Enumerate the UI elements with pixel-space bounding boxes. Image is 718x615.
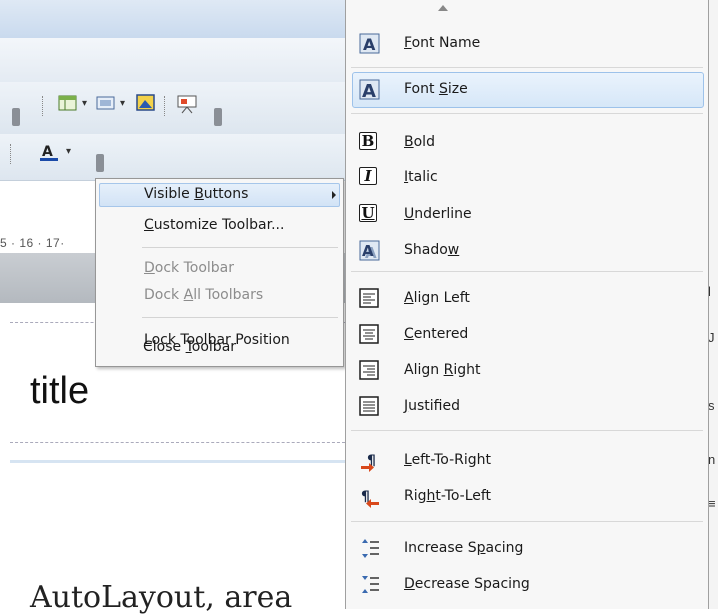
- slide-body-text[interactable]: AutoLayout, area: [30, 580, 292, 615]
- menu-item-align-right[interactable]: Align Right: [346, 354, 708, 388]
- right-to-left-icon: ¶: [359, 486, 379, 508]
- font-color-icon[interactable]: A: [38, 142, 58, 161]
- scroll-up-icon[interactable]: [438, 5, 448, 11]
- menu-item-dock-toolbar: Dock Toolbar: [144, 260, 235, 276]
- font-size-icon: A: [359, 79, 380, 102]
- svg-text:A: A: [362, 242, 374, 260]
- menu-item-visible-buttons[interactable]: Visible Buttons: [144, 186, 248, 202]
- justify-icon: [359, 396, 379, 416]
- svg-text:A: A: [362, 81, 376, 101]
- slide-title-text[interactable]: title: [30, 370, 89, 413]
- menu-item-right-to-left[interactable]: ¶ Right-To-Left: [346, 480, 708, 514]
- menu-separator: [351, 521, 703, 522]
- italic-icon: I: [359, 167, 379, 187]
- insert-table-icon[interactable]: [58, 94, 78, 112]
- cut-off-text: n: [708, 452, 716, 467]
- font-color-dropdown-icon[interactable]: ▾: [66, 146, 71, 157]
- toolbar-separator: [164, 96, 167, 116]
- menu-item-centered[interactable]: Centered: [346, 318, 708, 352]
- visible-buttons-menu: A Font Name A Font Size B Bold I Italic …: [345, 0, 709, 609]
- menu-separator: [351, 271, 703, 272]
- underline-icon: U: [359, 204, 379, 224]
- left-to-right-icon: ¶: [359, 450, 379, 472]
- menu-separator: [351, 67, 703, 68]
- menu-item-underline[interactable]: U Underline: [346, 198, 708, 232]
- svg-text:A: A: [363, 35, 376, 54]
- toolbar-grip[interactable]: [214, 108, 222, 126]
- increase-spacing-icon: [359, 538, 379, 558]
- submenu-arrow-icon: [332, 191, 336, 199]
- toolbar-separator: [10, 144, 13, 164]
- menu-separator: [351, 113, 703, 114]
- font-name-icon: A: [359, 33, 380, 54]
- menu-separator: [142, 317, 338, 318]
- menu-item-font-name[interactable]: A Font Name: [346, 27, 708, 61]
- menu-item-italic[interactable]: I Italic: [346, 161, 708, 195]
- svg-text:A: A: [42, 144, 53, 160]
- insert-object-dropdown-icon[interactable]: ▾: [120, 98, 125, 109]
- menu-item-customize-toolbar[interactable]: Customize Toolbar...: [144, 217, 284, 233]
- right-panel-edge: [708, 0, 718, 609]
- align-center-icon: [359, 324, 379, 344]
- insert-image-icon[interactable]: [136, 94, 156, 112]
- insert-table-dropdown-icon[interactable]: ▾: [82, 98, 87, 109]
- title-divider: [10, 460, 345, 463]
- menu-item-shadow[interactable]: AA Shadow: [346, 234, 708, 268]
- insert-object-icon[interactable]: [96, 94, 116, 112]
- menu-separator: [142, 247, 338, 248]
- placeholder-border: [10, 442, 345, 443]
- menu-separator: [351, 430, 703, 431]
- menu-item-bold[interactable]: B Bold: [346, 126, 708, 160]
- align-right-icon: [359, 360, 379, 380]
- menu-item-decrease-spacing[interactable]: Decrease Spacing: [346, 568, 708, 602]
- slide-show-icon[interactable]: [176, 94, 197, 114]
- ruler: 5 · 16 · 17·: [0, 236, 65, 250]
- menu-item-dock-all-toolbars: Dock All Toolbars: [144, 287, 264, 303]
- menu-item-align-left[interactable]: Align Left: [346, 282, 708, 316]
- decrease-spacing-icon: [359, 574, 379, 594]
- menu-item-close-toolbar-label[interactable]: Close Toolbar: [143, 339, 236, 355]
- align-left-icon: [359, 288, 379, 308]
- cut-off-text: ≡: [708, 496, 716, 511]
- shadow-icon: AA: [359, 240, 380, 262]
- toolbar-grip[interactable]: [12, 108, 20, 126]
- menu-item-justified[interactable]: Justified: [346, 390, 708, 424]
- bold-icon: B: [359, 132, 379, 152]
- menu-item-increase-spacing[interactable]: Increase Spacing: [346, 532, 708, 566]
- menu-item-left-to-right[interactable]: ¶ Left-To-Right: [346, 444, 708, 478]
- toolbar-grip[interactable]: [96, 154, 104, 172]
- menu-item-font-size[interactable]: A Font Size: [346, 73, 708, 107]
- toolbar-separator: [42, 96, 45, 116]
